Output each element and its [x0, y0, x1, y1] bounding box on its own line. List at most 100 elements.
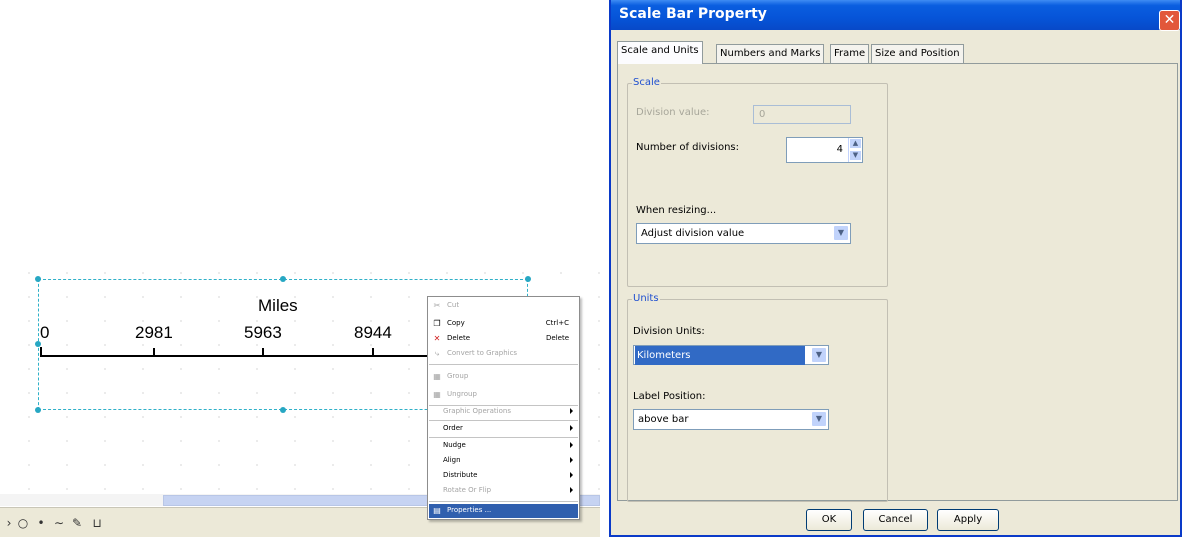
- division-value-text: 0: [759, 109, 766, 120]
- menu-item-properties[interactable]: ▤ Properties ...: [429, 504, 578, 518]
- menu-item-label: Distribute: [443, 471, 478, 479]
- units-group-legend: Units: [632, 293, 660, 304]
- circle-tool-icon[interactable]: ○: [14, 515, 32, 531]
- division-units-label: Division Units:: [633, 326, 705, 337]
- tab-label: Size and Position: [875, 48, 960, 59]
- division-units-dropdown[interactable]: Kilometers ▼: [633, 345, 829, 365]
- properties-icon: ▤: [433, 506, 441, 515]
- scissors-icon: ✂: [433, 301, 441, 310]
- tab-label: Frame: [834, 48, 866, 59]
- point-tool-icon[interactable]: •: [32, 515, 50, 531]
- menu-item-copy[interactable]: ❐ Copy Ctrl+C: [429, 317, 578, 330]
- menu-item-label: Graphic Operations: [443, 407, 511, 415]
- menu-item-nudge[interactable]: Nudge: [429, 439, 578, 452]
- label-position-dropdown[interactable]: above bar ▼: [633, 409, 829, 430]
- submenu-arrow-icon: [570, 442, 573, 448]
- menu-item-ungroup: ▦ Ungroup: [429, 388, 578, 401]
- group-icon: ▦: [433, 372, 441, 381]
- label-position-value: above bar: [638, 414, 689, 425]
- scalebar-label: 8944: [354, 323, 392, 342]
- chevron-down-icon[interactable]: ▼: [833, 225, 849, 241]
- menu-item-label: Rotate Or Flip: [443, 486, 492, 494]
- tab-numbers-and-marks[interactable]: Numbers and Marks: [716, 44, 825, 63]
- menu-item-group: ▦ Group: [429, 370, 578, 383]
- menu-item-shortcut: Ctrl+C: [545, 319, 569, 327]
- menu-item-order[interactable]: Order: [429, 422, 578, 435]
- menu-item-convert-to-graphics: ⤷ Convert to Graphics: [429, 347, 578, 360]
- scalebar-label: 0: [40, 323, 50, 342]
- spinner-up-icon[interactable]: ▲: [849, 138, 862, 149]
- menu-item-label: Properties ...: [447, 506, 492, 514]
- close-icon: ✕: [1163, 12, 1176, 28]
- tab-size-and-position[interactable]: Size and Position: [871, 44, 964, 63]
- menu-item-label: Convert to Graphics: [447, 349, 518, 357]
- menu-item-rotate-or-flip: Rotate Or Flip: [429, 484, 578, 497]
- scale-group: Scale Division value: 0 Number of divisi…: [627, 77, 888, 287]
- menu-item-label: Cut: [447, 301, 460, 309]
- menu-item-distribute[interactable]: Distribute: [429, 469, 578, 482]
- menu-item-label: Copy: [447, 319, 465, 327]
- submenu-arrow-icon: [570, 472, 573, 478]
- submenu-arrow-icon: [570, 457, 573, 463]
- ungroup-icon: ▦: [433, 390, 441, 399]
- menu-item-delete[interactable]: ✕ Delete Delete: [429, 332, 578, 345]
- convert-icon: ⤷: [434, 349, 440, 358]
- label-position-label: Label Position:: [633, 391, 706, 402]
- submenu-arrow-icon: [570, 487, 573, 493]
- number-of-divisions-value: 4: [836, 144, 843, 155]
- menu-item-label: Group: [447, 372, 469, 380]
- dialog-title: Scale Bar Property: [619, 6, 767, 22]
- ok-button[interactable]: OK: [806, 509, 852, 531]
- menu-item-graphic-operations: Graphic Operations: [429, 405, 578, 418]
- menu-item-label: Order: [443, 424, 463, 432]
- apply-button[interactable]: Apply: [937, 509, 999, 531]
- spinner-arrows: ▲ ▼: [848, 138, 862, 162]
- submenu-arrow-icon: [570, 408, 573, 414]
- submenu-arrow-icon: [570, 425, 573, 431]
- resize-handle-bottom-middle[interactable]: [280, 407, 286, 413]
- delete-x-icon: ✕: [433, 334, 441, 343]
- division-value-field: 0: [753, 105, 851, 124]
- menu-separator: [429, 501, 578, 502]
- tab-label: Numbers and Marks: [720, 48, 821, 59]
- menu-item-label: Ungroup: [447, 390, 477, 398]
- menu-separator: [429, 420, 578, 421]
- tab-frame[interactable]: Frame: [830, 44, 870, 63]
- tab-panel-scale-and-units: Scale Division value: 0 Number of divisi…: [617, 63, 1178, 502]
- when-resizing-dropdown[interactable]: Adjust division value ▼: [636, 223, 851, 244]
- scalebar-label: 2981: [135, 323, 173, 342]
- chevron-down-icon[interactable]: ▼: [811, 347, 827, 363]
- chevron-down-icon[interactable]: ▼: [811, 411, 827, 427]
- spinner-down-icon[interactable]: ▼: [849, 150, 862, 161]
- resize-handle-top-middle[interactable]: [280, 276, 286, 282]
- scalebar-title: Miles: [258, 296, 298, 315]
- when-resizing-value: Adjust division value: [641, 228, 745, 239]
- scalebar-graphic: [40, 347, 430, 357]
- when-resizing-label: When resizing...: [636, 205, 717, 216]
- menu-item-label: Nudge: [443, 441, 466, 449]
- resize-handle-top-left[interactable]: [35, 276, 41, 282]
- cancel-button[interactable]: Cancel: [863, 509, 928, 531]
- scale-bar-property-dialog: Scale Bar Property ✕ Scale and Units Num…: [609, 0, 1182, 537]
- units-group: Units Division Units: Kilometers ▼ Label…: [627, 293, 888, 502]
- tab-strip: Scale and Units Numbers and Marks Frame …: [617, 41, 1177, 64]
- resize-handle-top-right[interactable]: [525, 276, 531, 282]
- menu-item-label: Align: [443, 456, 461, 464]
- menu-item-align[interactable]: Align: [429, 454, 578, 467]
- menu-item-cut: ✂ Cut: [429, 299, 578, 312]
- polyline-tool-icon[interactable]: ∼: [50, 515, 68, 531]
- freehand-tool-icon[interactable]: ✎: [68, 515, 86, 531]
- tab-scale-and-units[interactable]: Scale and Units: [617, 41, 703, 64]
- close-button[interactable]: ✕: [1159, 10, 1180, 31]
- scale-group-legend: Scale: [632, 77, 661, 88]
- number-of-divisions-label: Number of divisions:: [636, 142, 740, 153]
- number-of-divisions-spinner[interactable]: 4 ▲ ▼: [786, 137, 863, 163]
- division-units-value: Kilometers: [635, 346, 805, 365]
- dialog-titlebar[interactable]: Scale Bar Property ✕: [611, 0, 1180, 31]
- copy-icon: ❐: [433, 319, 441, 328]
- frame-tool-icon[interactable]: ⊔: [88, 515, 106, 531]
- resize-handle-bottom-left[interactable]: [35, 407, 41, 413]
- division-value-label: Division value:: [636, 107, 710, 118]
- menu-separator: [429, 364, 578, 365]
- scalebar-label: 5963: [244, 323, 282, 342]
